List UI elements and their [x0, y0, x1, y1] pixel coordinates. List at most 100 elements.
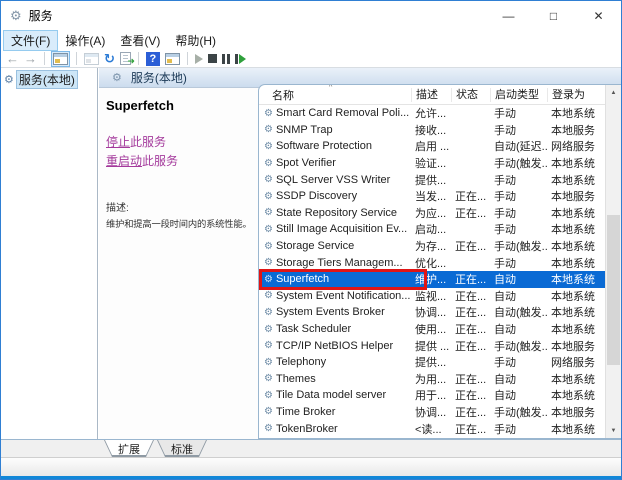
- column-header-startup-type[interactable]: 启动类型: [490, 87, 547, 102]
- scrollbar-thumb[interactable]: [607, 215, 620, 365]
- table-row[interactable]: ⚙ Superfetch 维护... 正在... 自动 本地系统: [259, 268, 605, 290]
- name-cell: ⚙ Smart Card Removal Poli...: [264, 107, 410, 120]
- name-cell: ⚙ Tile Data model server: [264, 389, 387, 402]
- logon-cell: 本地系统: [551, 324, 595, 337]
- table-row[interactable]: ⚙ Tile Data model server 用于... 正在... 自动 本地系统: [259, 387, 605, 404]
- table-row[interactable]: ⚙ State Repository Service 为应... 正在... 手动 本地系…: [259, 205, 605, 222]
- menu-file[interactable]: 文件(F): [2, 29, 59, 51]
- forward-icon[interactable]: →: [24, 52, 37, 65]
- desc-cell: 当发...: [415, 191, 447, 204]
- menu-view[interactable]: 查看(V): [113, 31, 167, 50]
- main-body: ⚙ 服务(本地) ⚙ 服务(本地) Superfetch 停止此服务 重启动此服…: [1, 68, 621, 439]
- service-gear-icon: ⚙: [264, 257, 273, 269]
- close-button[interactable]: ✕: [576, 1, 621, 30]
- console-tree-icon: [53, 52, 68, 65]
- desc-cell: 维护...: [415, 274, 447, 287]
- menu-action[interactable]: 操作(A): [58, 31, 112, 50]
- startup-cell: 自动: [494, 373, 516, 386]
- name-cell: ⚙ Telephony: [264, 356, 327, 369]
- column-header-description[interactable]: 描述: [411, 87, 451, 102]
- maximize-button[interactable]: □: [531, 1, 576, 30]
- table-row[interactable]: ⚙ SSDP Discovery 当发... 正在... 手动 本地服务: [259, 188, 605, 205]
- refresh-button[interactable]: ↻: [104, 52, 115, 65]
- pause-service-button[interactable]: [221, 53, 230, 64]
- logon-cell: 本地系统: [551, 241, 595, 254]
- service-gear-icon: ⚙: [264, 124, 273, 136]
- tab-standard[interactable]: 标准: [157, 440, 207, 457]
- column-header-name[interactable]: 名称: [259, 87, 411, 103]
- logon-cell: 本地服务: [551, 191, 595, 204]
- service-table-body: ⚙ Smart Card Removal Poli... 允许... 手动 本地系统 ⚙ S…: [259, 105, 605, 438]
- stop-service-link[interactable]: 停止此服务: [106, 133, 256, 150]
- scroll-up-icon[interactable]: ▲: [606, 85, 621, 100]
- minimize-button[interactable]: —: [486, 1, 531, 30]
- table-header: ^ 名称 描述 状态 启动类型 登录为: [259, 85, 605, 105]
- pause-icon: [221, 53, 230, 64]
- column-header-logon-as[interactable]: 登录为: [547, 87, 605, 102]
- show-action-pane-button[interactable]: [164, 52, 180, 65]
- table-row[interactable]: ⚙ Task Scheduler 使用... 正在... 自动 本地系统: [259, 321, 605, 338]
- table-row[interactable]: ⚙ Themes 为用... 正在... 自动 本地系统: [259, 371, 605, 388]
- table-row[interactable]: ⚙ Time Broker 协调... 正在... 手动(触发... 本地服务: [259, 404, 605, 421]
- service-gear-icon: ⚙: [264, 157, 273, 169]
- show-console-tree-button[interactable]: [51, 50, 70, 67]
- logon-cell: 本地系统: [551, 174, 595, 187]
- back-icon[interactable]: ←: [6, 52, 19, 65]
- table-row[interactable]: ⚙ Spot Verifier 验证... 手动(触发... 本地系统: [259, 155, 605, 172]
- service-gear-icon: ⚙: [4, 74, 14, 86]
- export-list-button[interactable]: [119, 52, 135, 67]
- title-bar: ⚙ 服务 — □ ✕: [1, 1, 621, 30]
- desc-cell: <读...: [415, 423, 442, 436]
- menu-help[interactable]: 帮助(H): [168, 31, 223, 50]
- table-row[interactable]: ⚙ Still Image Acquisition Ev... 启动... 手动 本地系…: [259, 221, 605, 238]
- service-gear-icon: ⚙: [264, 240, 273, 252]
- table-row[interactable]: ⚙ Telephony 提供... 手动 网络服务: [259, 354, 605, 371]
- table-row[interactable]: ⚙ TCP/IP NetBIOS Helper 提供 ... 正在... 手动(触发..…: [259, 337, 605, 354]
- center-header-title: 服务(本地): [130, 71, 187, 85]
- service-gear-icon: ⚙: [264, 389, 273, 401]
- properties-button[interactable]: [84, 52, 99, 65]
- logon-cell: 本地系统: [551, 207, 595, 220]
- scroll-down-icon[interactable]: ▼: [606, 423, 621, 438]
- startup-cell: 手动: [494, 174, 516, 187]
- column-header-status[interactable]: 状态: [451, 87, 490, 102]
- restart-service-link[interactable]: 重启动此服务: [106, 152, 256, 169]
- properties-icon: [84, 52, 99, 65]
- table-row[interactable]: ⚙ TokenBroker <读... 正在... 手动 本地系统: [259, 420, 605, 437]
- link-hot-text: 停止: [106, 135, 131, 149]
- status-cell: 正在...: [455, 290, 487, 303]
- status-cell: 正在...: [455, 406, 487, 419]
- table-row[interactable]: ⚙ System Events Broker 协调... 正在... 自动(触发... 本…: [259, 304, 605, 321]
- logon-cell: 本地系统: [551, 307, 595, 320]
- name-cell: ⚙ Superfetch: [264, 273, 330, 286]
- stop-service-button[interactable]: [207, 54, 217, 63]
- name-cell: ⚙ Software Protection: [264, 140, 372, 153]
- tab-extended[interactable]: 扩展: [104, 440, 154, 457]
- startup-cell: 手动: [494, 224, 516, 237]
- logon-cell: 本地系统: [551, 257, 595, 270]
- tree-item-services-local[interactable]: ⚙ 服务(本地): [4, 70, 97, 89]
- status-cell: 正在...: [455, 324, 487, 337]
- restart-service-button[interactable]: [234, 53, 246, 64]
- table-row[interactable]: ⚙ SQL Server VSS Writer 提供... 手动 本地系统: [259, 171, 605, 188]
- name-cell: ⚙ System Events Broker: [264, 306, 385, 319]
- stop-icon: [207, 54, 217, 63]
- service-gear-icon: ⚙: [112, 72, 122, 84]
- table-row[interactable]: ⚙ SNMP Trap 接收... 手动 本地服务: [259, 122, 605, 139]
- table-row[interactable]: ⚙ Software Protection 启用 ... 自动(延迟... 网络服务: [259, 138, 605, 155]
- status-cell: 正在...: [455, 207, 487, 220]
- tab-standard-label: 标准: [157, 440, 207, 456]
- startup-cell: 手动(触发...: [494, 406, 547, 419]
- logon-cell: 本地服务: [551, 124, 595, 137]
- table-row[interactable]: ⚙ Storage Tiers Managem... 优化... 手动 本地系统: [259, 254, 605, 271]
- table-row[interactable]: ⚙ Storage Service 为存... 正在... 手动(触发... 本地系统: [259, 238, 605, 255]
- table-row[interactable]: ⚙ System Event Notification... 监视... 正在... 自…: [259, 288, 605, 305]
- help-button[interactable]: ?: [145, 51, 160, 66]
- table-row[interactable]: ⚙ Smart Card Removal Poli... 允许... 手动 本地系统: [259, 105, 605, 122]
- service-gear-icon: ⚙: [264, 107, 273, 119]
- start-service-button[interactable]: [194, 53, 203, 64]
- status-cell: 正在...: [455, 373, 487, 386]
- desc-cell: 为存...: [415, 241, 447, 254]
- name-cell: ⚙ State Repository Service: [264, 206, 398, 219]
- vertical-scrollbar[interactable]: ▲ ▼: [605, 85, 621, 438]
